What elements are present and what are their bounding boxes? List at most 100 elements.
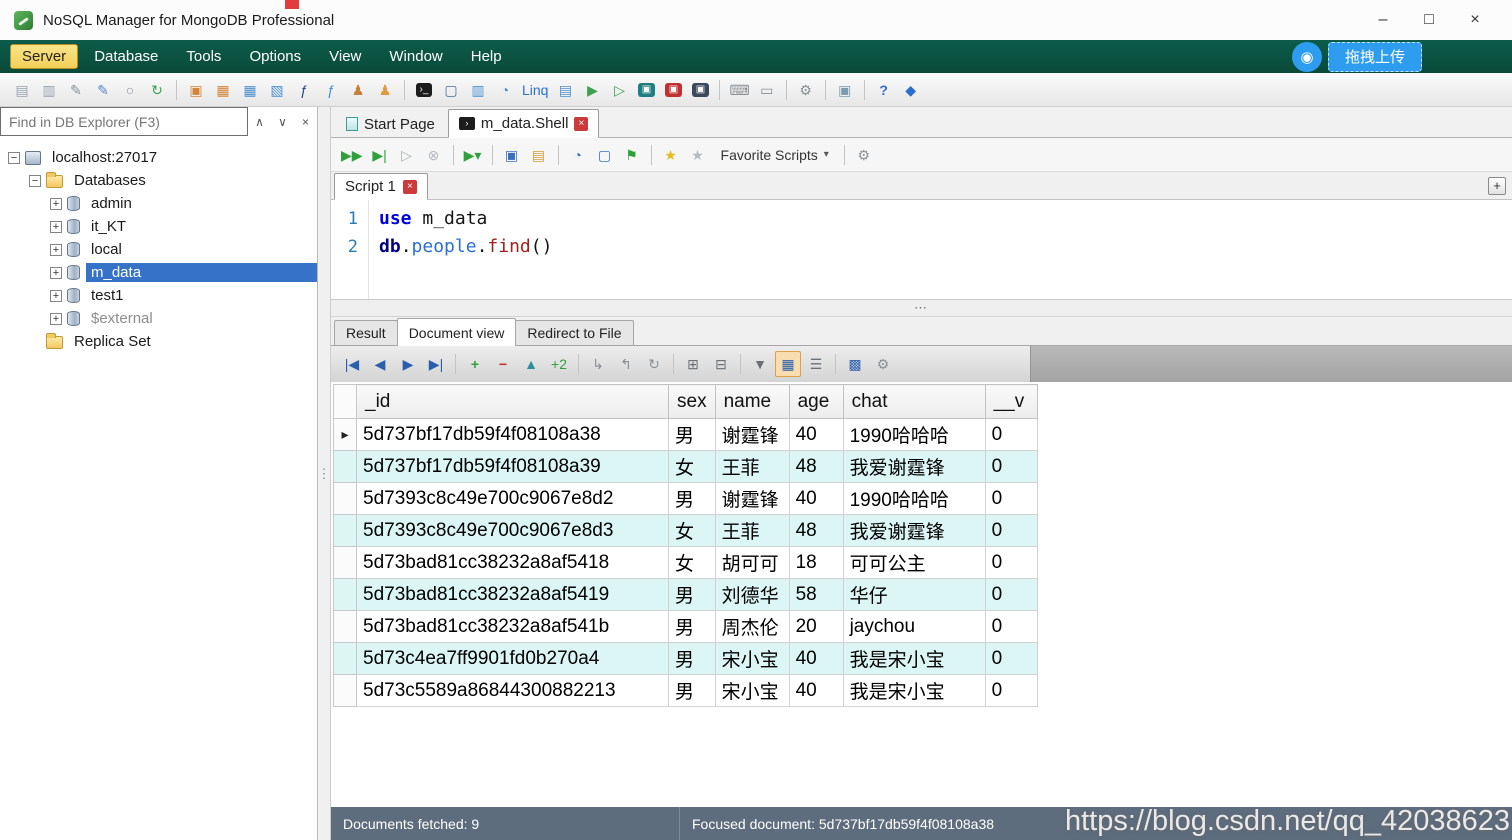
- about-icon[interactable]: ◆: [899, 78, 923, 102]
- tree-item-replica-set[interactable]: +Replica Set: [0, 330, 317, 353]
- execute-icon[interactable]: ▶▶: [339, 143, 365, 167]
- tree-item-m-data[interactable]: + m_data: [0, 261, 317, 284]
- shell-icon[interactable]: ›_: [412, 78, 436, 102]
- filter-icon[interactable]: ▼: [747, 351, 773, 377]
- templates-icon[interactable]: ▢: [593, 143, 617, 167]
- menu-window[interactable]: Window: [377, 44, 454, 69]
- cloud-upload-icon[interactable]: ◉: [1291, 41, 1322, 72]
- search-input[interactable]: [0, 107, 248, 136]
- shell-settings-icon[interactable]: ⚙: [852, 143, 876, 167]
- cell[interactable]: 女: [668, 514, 716, 547]
- script-editor[interactable]: 12 use m_data db.people.find(): [331, 200, 1512, 300]
- tree-item-localhost-27017[interactable]: − localhost:27017: [0, 146, 317, 169]
- upload-button[interactable]: 拖拽上传: [1327, 41, 1422, 72]
- cell[interactable]: 0: [984, 674, 1038, 707]
- monitoring-icon[interactable]: ▢: [439, 78, 463, 102]
- execute-options-icon[interactable]: ▶▾: [461, 143, 485, 167]
- refresh-icon[interactable]: ↻: [145, 78, 169, 102]
- post-edit-icon[interactable]: ↳: [585, 351, 611, 377]
- screenshot-icon[interactable]: ▣: [833, 78, 857, 102]
- tree-item-local[interactable]: + local: [0, 238, 317, 261]
- new-collection-icon[interactable]: ▦: [211, 78, 235, 102]
- favorite-scripts-button[interactable]: Favorite Scripts ▾: [713, 144, 837, 166]
- column-header-v[interactable]: __v: [984, 384, 1038, 419]
- tree-item-test1[interactable]: + test1: [0, 284, 317, 307]
- cell[interactable]: 0: [984, 514, 1038, 547]
- tree-view-icon[interactable]: ▧: [265, 78, 289, 102]
- cell[interactable]: 1990哈哈哈: [842, 418, 986, 451]
- delete-record-icon[interactable]: −: [490, 351, 516, 377]
- column-header-chat[interactable]: chat: [842, 384, 986, 419]
- cell[interactable]: 40: [788, 418, 844, 451]
- cell[interactable]: 我爱谢霆锋: [842, 514, 986, 547]
- grid-view-icon[interactable]: ▦: [775, 351, 801, 377]
- cell[interactable]: 0: [984, 450, 1038, 483]
- cell[interactable]: 王菲: [714, 514, 790, 547]
- cell[interactable]: 谢霆锋: [714, 418, 790, 451]
- cancel-edit-icon[interactable]: ↰: [613, 351, 639, 377]
- tab-start-page[interactable]: Start Page: [336, 111, 445, 137]
- code-line[interactable]: use m_data: [379, 205, 552, 233]
- cell[interactable]: 我是宋小宝: [842, 642, 986, 675]
- profiler-icon[interactable]: ◔: [493, 78, 517, 102]
- cell[interactable]: 0: [984, 578, 1038, 611]
- close-icon[interactable]: ×: [574, 116, 589, 131]
- menu-tools[interactable]: Tools: [174, 44, 233, 69]
- users-icon[interactable]: ♟: [346, 78, 370, 102]
- db-import-icon[interactable]: ▤: [10, 78, 34, 102]
- cell[interactable]: 5d7393c8c49e700c9067e8d2: [356, 482, 669, 515]
- flag-icon[interactable]: ⚑: [620, 143, 644, 167]
- add-favorite-icon[interactable]: ★: [659, 143, 683, 167]
- history-icon[interactable]: ◔: [566, 143, 590, 167]
- edit-record-icon[interactable]: ▲: [518, 351, 544, 377]
- tree-item-it-kt[interactable]: + it_KT: [0, 215, 317, 238]
- cell[interactable]: 胡可可: [714, 546, 790, 579]
- server-status-icon[interactable]: ▥: [466, 78, 490, 102]
- column-header-name[interactable]: name: [714, 384, 790, 419]
- stop-icon[interactable]: ⊗: [422, 143, 446, 167]
- expand-all-icon[interactable]: ⊞: [680, 351, 706, 377]
- tab-result[interactable]: Result: [334, 320, 398, 345]
- expand-icon[interactable]: +: [50, 220, 62, 233]
- cell[interactable]: 5d73bad81cc38232a8af541b: [356, 610, 669, 643]
- column-header-id[interactable]: _id: [356, 384, 669, 419]
- cell[interactable]: 0: [984, 610, 1038, 643]
- table-view-icon[interactable]: ▦: [238, 78, 262, 102]
- text-view-icon[interactable]: ☰: [803, 351, 829, 377]
- cell[interactable]: 宋小宝: [714, 642, 790, 675]
- find-options-icon[interactable]: ƒ: [319, 78, 343, 102]
- settings-icon[interactable]: ⚙: [794, 78, 818, 102]
- roles-icon[interactable]: ♟: [373, 78, 397, 102]
- tree-item-databases[interactable]: − Databases: [0, 169, 317, 192]
- collapse-icon[interactable]: −: [29, 174, 41, 187]
- cell[interactable]: 18: [788, 546, 844, 579]
- menu-database[interactable]: Database: [82, 44, 170, 69]
- cell[interactable]: 女: [668, 450, 716, 483]
- panel-splitter[interactable]: ⋮: [318, 107, 331, 840]
- expand-icon[interactable]: +: [50, 266, 62, 279]
- column-header-sex[interactable]: sex: [668, 384, 716, 419]
- gridfs-icon[interactable]: ▣: [661, 78, 685, 102]
- tab-document-view[interactable]: Document view: [396, 318, 517, 346]
- cell[interactable]: 0: [984, 642, 1038, 675]
- tree-item--external[interactable]: + $external: [0, 307, 317, 330]
- collapse-icon[interactable]: −: [8, 151, 20, 164]
- menu-view[interactable]: View: [317, 44, 373, 69]
- log-viewer-icon[interactable]: ▤: [553, 78, 577, 102]
- cell[interactable]: 0: [984, 482, 1038, 515]
- maximize-button[interactable]: □: [1406, 11, 1452, 29]
- cell[interactable]: 刘德华: [714, 578, 790, 611]
- cell[interactable]: 5d7393c8c49e700c9067e8d3: [356, 514, 669, 547]
- execute-selection-icon[interactable]: ▷: [395, 143, 419, 167]
- open-script-icon[interactable]: ▤: [527, 143, 551, 167]
- cell[interactable]: 宋小宝: [714, 674, 790, 707]
- cell[interactable]: 5d73c4ea7ff9901fd0b270a4: [356, 642, 669, 675]
- last-record-icon[interactable]: ▶|: [423, 351, 449, 377]
- cell[interactable]: 谢霆锋: [714, 482, 790, 515]
- collapse-all-icon[interactable]: ⊟: [708, 351, 734, 377]
- editor-result-splitter[interactable]: ⋯: [331, 300, 1512, 317]
- cell[interactable]: 华仔: [842, 578, 986, 611]
- cell[interactable]: 男: [668, 610, 716, 643]
- expand-icon[interactable]: +: [50, 312, 62, 325]
- cell[interactable]: 48: [788, 450, 844, 483]
